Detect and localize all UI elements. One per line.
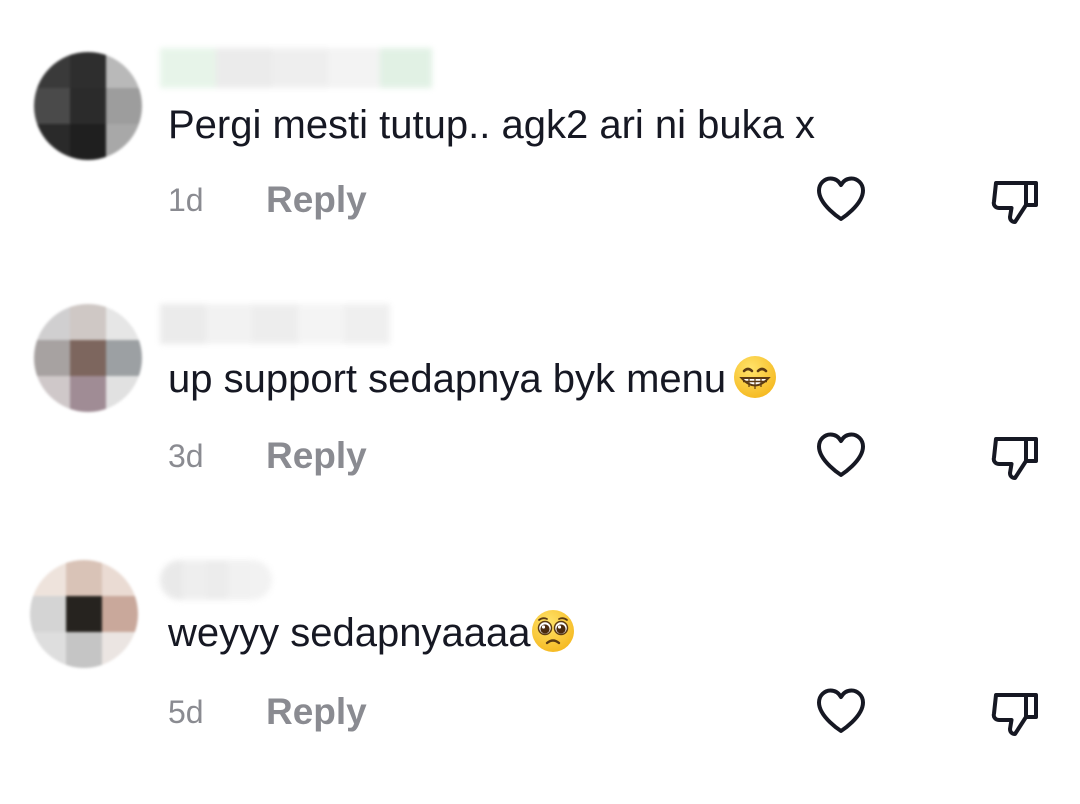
comment-age: 5d bbox=[168, 693, 204, 730]
reply-button[interactable]: Reply bbox=[266, 179, 367, 221]
username[interactable] bbox=[160, 48, 432, 88]
thumbs-down-outline-icon[interactable] bbox=[988, 686, 1042, 740]
grinning-face-icon bbox=[734, 356, 777, 398]
heart-outline-icon[interactable] bbox=[814, 430, 868, 480]
comment-text-suffix: aaa bbox=[463, 611, 531, 655]
reply-button[interactable]: Reply bbox=[266, 435, 367, 477]
comment-text-content: weyyy sedapnya bbox=[168, 611, 464, 655]
thumbs-down-outline-icon[interactable] bbox=[988, 174, 1042, 228]
comment-item: up support sedapnya byk menu 3d Reply bbox=[0, 256, 1080, 512]
comment-text-content: up support sedapnya byk menu bbox=[168, 357, 727, 401]
heart-outline-icon[interactable] bbox=[814, 686, 868, 736]
comment-text: up support sedapnya byk menu bbox=[168, 354, 778, 404]
reply-button[interactable]: Reply bbox=[266, 691, 367, 733]
comment-meta: 1d Reply bbox=[168, 178, 367, 222]
comment-age: 3d bbox=[168, 437, 204, 474]
avatar[interactable] bbox=[34, 304, 142, 412]
comment-text: weyyy sedapnyaaaa bbox=[168, 608, 576, 658]
username[interactable] bbox=[160, 560, 272, 600]
pleading-face-icon bbox=[532, 610, 575, 652]
thumbs-down-outline-icon[interactable] bbox=[988, 430, 1042, 484]
comment-meta: 5d Reply bbox=[168, 690, 367, 734]
avatar[interactable] bbox=[34, 52, 142, 160]
comment-age: 1d bbox=[168, 181, 204, 218]
comment-meta: 3d Reply bbox=[168, 434, 367, 478]
comment-item: Pergi mesti tutup.. agk2 ari ni buka x 1… bbox=[0, 0, 1080, 256]
avatar[interactable] bbox=[30, 560, 138, 668]
comment-item: weyyy sedapnyaaaa 5d Reply bbox=[0, 512, 1080, 768]
heart-outline-icon[interactable] bbox=[814, 174, 868, 224]
username[interactable] bbox=[160, 304, 390, 344]
comment-text-content: Pergi mesti tutup.. agk2 ari ni buka x bbox=[168, 103, 815, 147]
comment-text: Pergi mesti tutup.. agk2 ari ni buka x bbox=[168, 100, 815, 150]
